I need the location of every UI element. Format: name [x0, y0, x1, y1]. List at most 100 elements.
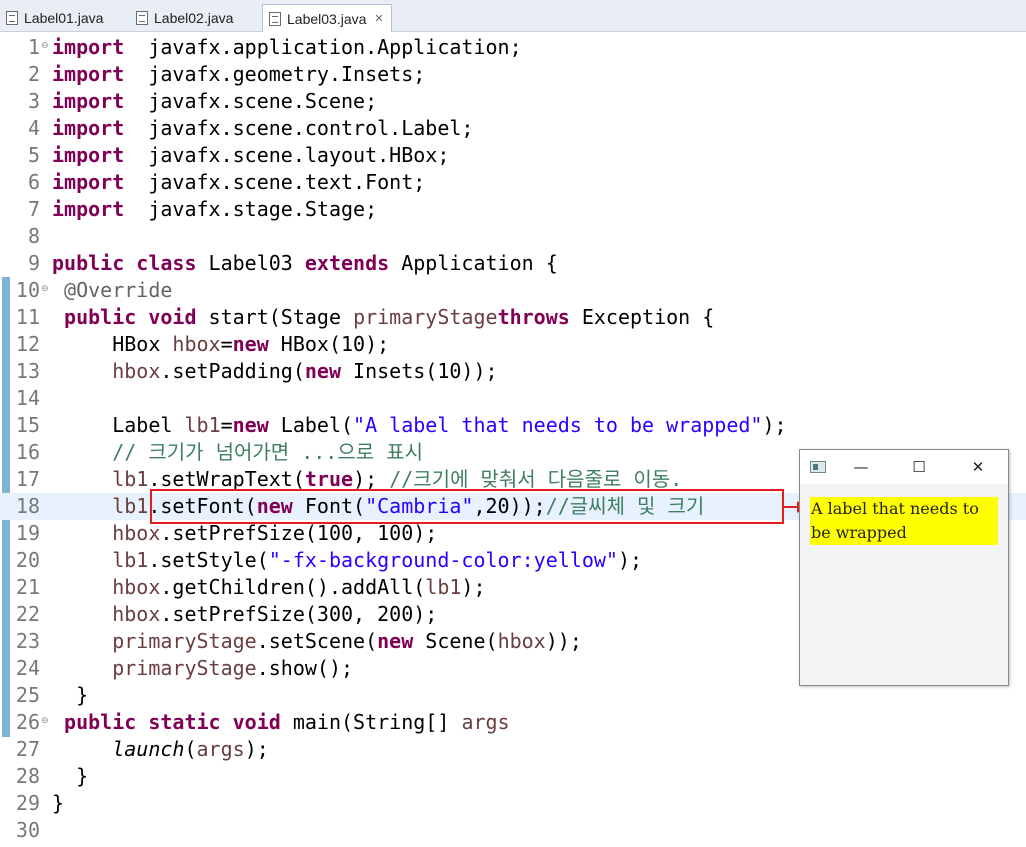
line-number: 23	[15, 629, 40, 653]
line-number: 2	[27, 62, 40, 86]
token: javafx.scene.control.Label;	[124, 116, 474, 140]
token-var: primaryStage	[112, 629, 257, 653]
token: .setPrefSize(100, 100);	[160, 521, 438, 545]
code-line[interactable]: 6 import javafx.scene.text.Font;	[0, 169, 1026, 196]
token: javafx.geometry.Insets;	[124, 62, 426, 86]
line-number: 20	[15, 548, 40, 572]
token-kw: throws	[497, 305, 570, 329]
token: }	[52, 791, 65, 815]
token-var: args	[196, 737, 245, 761]
token: javafx.scene.Scene;	[124, 89, 378, 113]
token-var: lb1	[425, 575, 462, 599]
code-line[interactable]: 7 import javafx.stage.Stage;	[0, 196, 1026, 223]
code-line[interactable]: 8	[0, 223, 1026, 250]
token: javafx.scene.layout.HBox;	[124, 143, 450, 167]
code-line[interactable]: 5 import javafx.scene.layout.HBox;	[0, 142, 1026, 169]
code-line[interactable]: 13 hbox.setPadding(new Insets(10));	[0, 358, 1026, 385]
tab-label02[interactable]: Label02.java	[136, 4, 258, 32]
fold-toggle-icon[interactable]: ⊖	[41, 716, 49, 726]
token-kw: public	[64, 710, 137, 734]
code-text: HBox hbox=new HBox(10);	[52, 331, 389, 358]
tab-label: Label03.java	[287, 10, 367, 27]
line-number: 26	[15, 710, 40, 734]
token-kw: void	[232, 710, 281, 734]
code-line[interactable]: 15 Label lb1=new Label("A label that nee…	[0, 412, 1026, 439]
token-var: lb1	[112, 548, 149, 572]
tab-label03[interactable]: Label03.java ✕	[262, 4, 392, 32]
code-line[interactable]: 9 public class Label03 extends Applicatio…	[0, 250, 1026, 277]
token-var: hbox	[112, 359, 161, 383]
token: );	[617, 548, 643, 572]
token-var: lb1	[184, 413, 221, 437]
javafx-preview-window[interactable]: — ☐ ✕ A label that needs to be wrapped	[799, 449, 1009, 686]
code-editor[interactable]: 1 ⊖ import javafx.application.Application;…	[0, 32, 1026, 847]
code-line[interactable]: 12 HBox hbox=new HBox(10);	[0, 331, 1026, 358]
code-line[interactable]: 26 ⊖ public static void main(String[] arg…	[0, 709, 1026, 736]
code-line[interactable]: 11 public void start(Stage primaryStaget…	[0, 304, 1026, 331]
token-kw: import	[52, 62, 125, 86]
line-number: 25	[15, 683, 40, 707]
line-number: 3	[27, 89, 40, 113]
token: Scene(	[413, 629, 498, 653]
line-number: 7	[27, 197, 40, 221]
maximize-button[interactable]: ☐	[899, 450, 939, 484]
code-line[interactable]: 30	[0, 817, 1026, 844]
token-var: primaryStage	[353, 305, 498, 329]
token-kw: true	[304, 467, 354, 491]
code-text: hbox.setPadding(new Insets(10));	[52, 358, 497, 385]
token: javafx.stage.Stage;	[124, 197, 378, 221]
code-line[interactable]: 14	[0, 385, 1026, 412]
token-kw: public	[52, 251, 125, 275]
window-title-bar[interactable]: — ☐ ✕	[800, 450, 1008, 484]
close-window-button[interactable]: ✕	[958, 450, 998, 484]
code-line[interactable]: 28 }	[0, 763, 1026, 790]
minimize-button[interactable]: —	[841, 450, 881, 484]
highlight-box	[150, 489, 784, 524]
code-line[interactable]: 1 ⊖ import javafx.application.Application;	[0, 34, 1026, 61]
code-text: }	[52, 763, 88, 790]
token-kw: extends	[304, 251, 390, 275]
close-tab-icon[interactable]: ✕	[374, 12, 383, 25]
line-number: 10	[15, 278, 40, 302]
token: .setPrefSize(300, 200);	[160, 602, 438, 626]
code-line[interactable]: 25 }	[0, 682, 1026, 709]
line-number: 21	[15, 575, 40, 599]
code-line[interactable]: 4 import javafx.scene.control.Label;	[0, 115, 1026, 142]
fold-toggle-icon[interactable]: ⊖	[41, 284, 49, 294]
tab-label01[interactable]: Label01.java	[6, 4, 128, 32]
token-ann: @Override	[64, 278, 173, 302]
code-line[interactable]: 27 launch(args);	[0, 736, 1026, 763]
token-kw: static	[148, 710, 221, 734]
fold-toggle-icon[interactable]: ⊖	[41, 41, 49, 51]
token: }	[52, 764, 89, 788]
line-number: 29	[15, 791, 40, 815]
code-line[interactable]: 29}	[0, 790, 1026, 817]
token: ));	[545, 629, 582, 653]
token: }	[52, 683, 89, 707]
line-number: 1	[27, 35, 40, 59]
code-line[interactable]: 3 import javafx.scene.Scene;	[0, 88, 1026, 115]
token: .setStyle(	[148, 548, 269, 572]
token: Label	[52, 413, 185, 437]
token-kw: import	[52, 197, 125, 221]
code-line[interactable]: 10 ⊖ @Override	[0, 277, 1026, 304]
token-kw: new	[232, 332, 269, 356]
token: );	[461, 575, 486, 599]
token-kw: import	[52, 89, 125, 113]
line-number: 8	[27, 224, 40, 248]
code-line[interactable]: 2 import javafx.geometry.Insets;	[0, 61, 1026, 88]
line-number: 9	[27, 251, 40, 275]
line-number: 14	[15, 386, 40, 410]
code-text: hbox.setPrefSize(300, 200);	[52, 601, 437, 628]
line-number: 11	[15, 305, 40, 329]
